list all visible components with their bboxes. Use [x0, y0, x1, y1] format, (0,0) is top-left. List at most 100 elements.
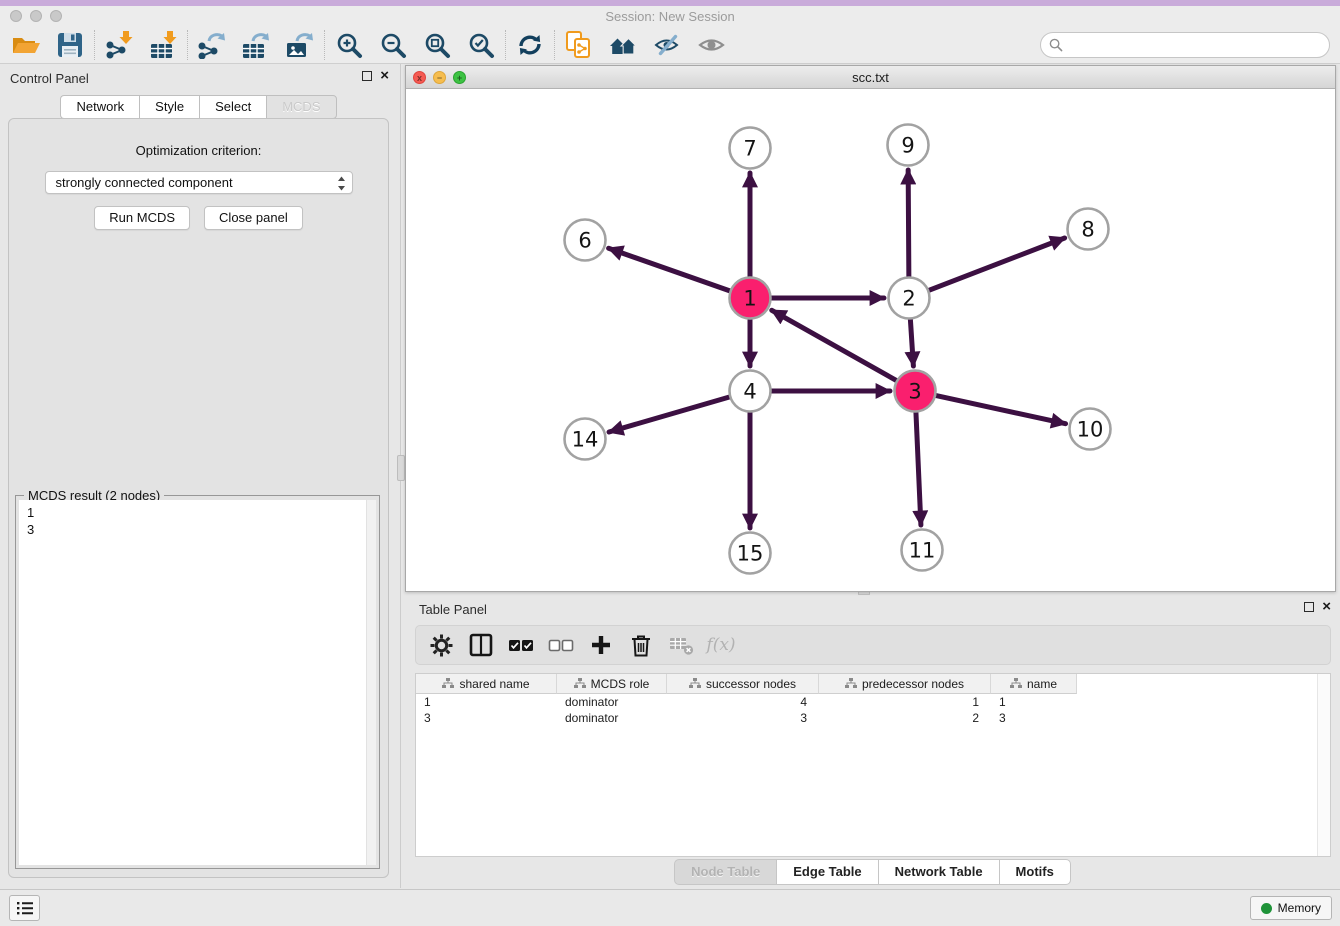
zoom-out-icon[interactable] — [371, 28, 415, 62]
zoom-in-icon[interactable] — [327, 28, 371, 62]
column-header-name[interactable]: name — [991, 674, 1077, 694]
column-header-MCDS-role[interactable]: MCDS role — [557, 674, 667, 694]
svg-text:6: 6 — [578, 229, 591, 253]
table-panel-float-button[interactable] — [1304, 602, 1314, 612]
zoom-fit-icon[interactable] — [415, 28, 459, 62]
column-header-shared-name[interactable]: shared name — [416, 674, 557, 694]
cell[interactable]: 3 — [991, 710, 1077, 726]
column-header-successor-nodes[interactable]: successor nodes — [667, 674, 819, 694]
node-7[interactable]: 7 — [730, 128, 771, 169]
search-input[interactable] — [1040, 32, 1330, 58]
export-network-icon[interactable] — [190, 28, 234, 62]
delete-column-icon[interactable] — [628, 632, 654, 658]
task-history-button[interactable] — [9, 895, 40, 921]
edge-2-3[interactable] — [910, 319, 913, 366]
edge-3-10[interactable] — [936, 395, 1066, 423]
column-visibility-icon[interactable] — [468, 632, 494, 658]
search-icon — [1049, 38, 1063, 57]
edge-2-9[interactable] — [908, 170, 909, 277]
table-panel-close-button[interactable]: × — [1322, 601, 1331, 613]
node-2[interactable]: 2 — [889, 278, 930, 319]
control-tab-select[interactable]: Select — [199, 95, 266, 119]
table-panel-tabs: Node TableEdge TableNetwork TableMotifs — [405, 859, 1340, 885]
clone-network-icon[interactable] — [557, 28, 601, 62]
cell[interactable]: 1 — [416, 694, 557, 710]
cell[interactable]: 3 — [416, 710, 557, 726]
column-header-predecessor-nodes[interactable]: predecessor nodes — [819, 674, 991, 694]
table-tab-edge-table[interactable]: Edge Table — [776, 859, 877, 885]
refresh-icon[interactable] — [508, 28, 552, 62]
table-row[interactable]: 3dominator323 — [416, 710, 1330, 726]
select-all-icon[interactable] — [508, 632, 534, 658]
export-table-icon[interactable] — [234, 28, 278, 62]
table-tab-motifs[interactable]: Motifs — [999, 859, 1071, 885]
cell[interactable]: dominator — [557, 710, 667, 726]
edge-4-14[interactable] — [609, 397, 730, 432]
cell[interactable]: 1 — [819, 694, 991, 710]
import-table-icon[interactable] — [141, 28, 185, 62]
mcds-result-area[interactable]: 1 3 — [19, 500, 376, 865]
svg-text:15: 15 — [737, 542, 764, 566]
table-panel: Table Panel × f(x) shared nameMCDS roles… — [405, 595, 1340, 888]
edge-3-11[interactable] — [916, 412, 921, 525]
control-tab-network[interactable]: Network — [60, 95, 139, 119]
node-10[interactable]: 10 — [1070, 409, 1111, 450]
zoom-selected-icon[interactable] — [459, 28, 503, 62]
svg-text:10: 10 — [1077, 418, 1104, 442]
svg-text:7: 7 — [743, 137, 756, 161]
node-table-header: shared nameMCDS rolesuccessor nodesprede… — [416, 674, 1330, 694]
network-window-titlebar[interactable]: x − + scc.txt — [406, 66, 1335, 89]
node-4[interactable]: 4 — [730, 371, 771, 412]
status-bar: Memory — [0, 889, 1340, 926]
home-icon[interactable] — [601, 28, 645, 62]
function-builder-icon: f(x) — [708, 632, 734, 658]
hide-details-icon[interactable] — [645, 28, 689, 62]
delete-table-icon — [668, 632, 694, 658]
table-tab-network-table[interactable]: Network Table — [878, 859, 999, 885]
edge-2-8[interactable] — [929, 238, 1065, 290]
node-11[interactable]: 11 — [902, 530, 943, 571]
run-mcds-button[interactable]: Run MCDS — [94, 206, 190, 230]
open-session-icon[interactable] — [4, 28, 48, 62]
network-window-title: scc.txt — [406, 70, 1335, 85]
node-14[interactable]: 14 — [565, 419, 606, 460]
save-session-icon[interactable] — [48, 28, 92, 62]
edge-3-1[interactable] — [772, 310, 897, 380]
cell[interactable]: 4 — [667, 694, 819, 710]
table-settings-icon[interactable] — [428, 632, 454, 658]
network-canvas[interactable]: 1 2 3 4 6 7 8 9 10 11 14 15 — [406, 89, 1335, 591]
close-panel-button[interactable]: Close panel — [204, 206, 303, 230]
list-icon — [15, 900, 35, 916]
node-15[interactable]: 15 — [730, 533, 771, 574]
show-details-icon[interactable] — [689, 28, 733, 62]
control-panel-close-button[interactable]: × — [380, 70, 389, 82]
import-network-icon[interactable] — [97, 28, 141, 62]
cell[interactable]: 2 — [819, 710, 991, 726]
control-tab-style[interactable]: Style — [139, 95, 199, 119]
vertical-splitter-handle[interactable] — [397, 455, 405, 481]
table-scrollbar[interactable] — [1317, 674, 1330, 856]
toolbar-separator — [94, 30, 95, 60]
add-column-icon[interactable] — [588, 632, 614, 658]
control-panel-tabs: NetworkStyleSelectMCDS — [0, 95, 397, 119]
cell[interactable]: 3 — [667, 710, 819, 726]
cell[interactable]: 1 — [991, 694, 1077, 710]
deselect-all-icon[interactable] — [548, 632, 574, 658]
edge-1-6[interactable] — [609, 248, 731, 291]
memory-button[interactable]: Memory — [1250, 896, 1332, 920]
node-1[interactable]: 1 — [730, 278, 771, 319]
node-6[interactable]: 6 — [565, 220, 606, 261]
cell[interactable]: dominator — [557, 694, 667, 710]
table-panel-title: Table Panel — [419, 602, 487, 617]
criterion-dropdown[interactable]: strongly connected component — [45, 171, 353, 194]
node-3[interactable]: 3 — [895, 371, 936, 412]
table-tab-node-table[interactable]: Node Table — [674, 859, 776, 885]
app-title: Session: New Session — [0, 9, 1340, 24]
control-tab-mcds[interactable]: MCDS — [266, 95, 336, 119]
table-row[interactable]: 1dominator411 — [416, 694, 1330, 710]
node-8[interactable]: 8 — [1068, 209, 1109, 250]
mcds-result-scrollbar[interactable] — [366, 500, 376, 865]
node-9[interactable]: 9 — [888, 125, 929, 166]
export-image-icon[interactable] — [278, 28, 322, 62]
control-panel-float-button[interactable] — [362, 71, 372, 81]
